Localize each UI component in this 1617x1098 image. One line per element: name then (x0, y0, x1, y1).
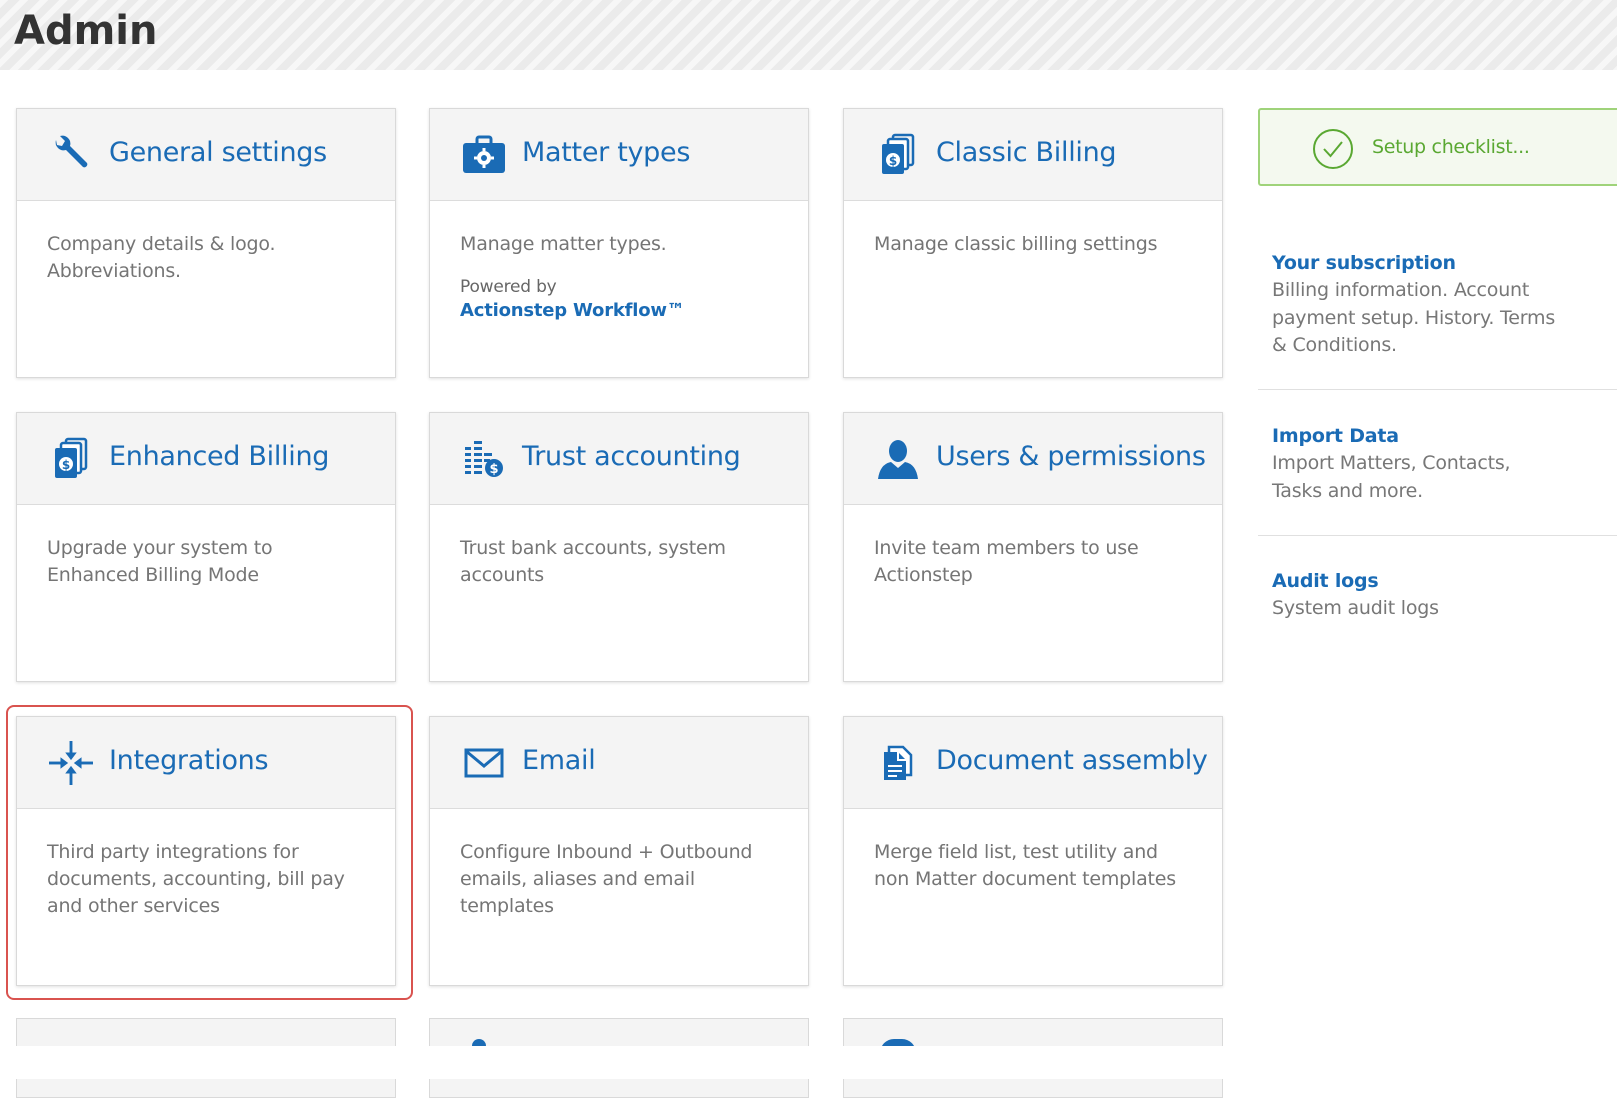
card-document-assembly[interactable]: Document assembly Merge field list, test… (843, 716, 1223, 986)
card-title: Users & permissions (936, 441, 1206, 472)
card-description: Invite team members to use Actionstep (874, 537, 1139, 586)
svg-text:$: $ (489, 462, 498, 477)
wrench-icon (49, 133, 93, 177)
page-title: Admin (14, 8, 158, 54)
card-header: Document assembly (844, 717, 1222, 809)
setup-checklist-button[interactable]: Setup checklist... (1258, 108, 1617, 186)
card-header: Users & permissions (844, 413, 1222, 505)
actionstep-workflow-link[interactable]: Actionstep Workflow™ (460, 298, 778, 324)
card-header: General settings (17, 109, 395, 201)
card-description: Trust bank accounts, system accounts (460, 537, 726, 586)
card-title: Trust accounting (522, 441, 741, 472)
card-description: Manage classic billing settings (874, 233, 1158, 255)
sidebar-item-description: Import Matters, Contacts, Tasks and more… (1272, 452, 1511, 502)
card-title: Enhanced Billing (109, 441, 330, 472)
card-general-settings[interactable]: General settings Company details & logo.… (16, 108, 396, 378)
card-title: Email (522, 745, 596, 776)
card-description: Configure Inbound + Outbound emails, ali… (460, 841, 753, 917)
card-header: Email (430, 717, 808, 809)
card-title: Classic Billing (936, 137, 1117, 168)
card-description: Merge field list, test utility and non M… (874, 841, 1176, 890)
bottom-edge (0, 1046, 1617, 1079)
user-icon (876, 437, 920, 481)
card-title: Matter types (522, 137, 691, 168)
briefcase-gear-icon (462, 133, 506, 177)
card-description: Third party integrations for documents, … (47, 841, 345, 917)
card-description: Company details & logo. Abbreviations. (47, 233, 276, 282)
divider (1258, 389, 1617, 390)
svg-text:$: $ (889, 154, 897, 168)
integrations-arrows-icon (49, 741, 93, 785)
card-classic-billing[interactable]: $ Classic Billing Manage classic billing… (843, 108, 1223, 378)
card-title: General settings (109, 137, 327, 168)
import-data-link[interactable]: Import Data (1272, 422, 1617, 450)
sidebar-item-description: Billing information. Account payment set… (1272, 279, 1556, 356)
coins-dollar-icon: $ (462, 437, 506, 481)
card-enhanced-billing[interactable]: $ Enhanced Billing Upgrade your system t… (16, 412, 396, 682)
envelope-icon (462, 741, 506, 785)
card-trust-accounting[interactable]: $ Trust accounting Trust bank accounts, … (429, 412, 809, 682)
card-email[interactable]: Email Configure Inbound + Outbound email… (429, 716, 809, 986)
card-header: Matter types (430, 109, 808, 201)
powered-by-label: Powered by (460, 277, 557, 297)
card-header: $ Classic Billing (844, 109, 1222, 201)
card-integrations[interactable]: Integrations Third party integrations fo… (16, 716, 396, 986)
card-description: Manage matter types. Powered by Actionst… (430, 201, 808, 324)
card-header: $ Trust accounting (430, 413, 808, 505)
card-users-permissions[interactable]: Users & permissions Invite team members … (843, 412, 1223, 682)
audit-logs-link[interactable]: Audit logs (1272, 567, 1617, 595)
divider (1258, 535, 1617, 536)
card-matter-types[interactable]: Matter types Manage matter types. Powere… (429, 108, 809, 378)
sidebar-item-audit-logs: Audit logs System audit logs (1258, 567, 1617, 623)
sidebar-item-subscription: Your subscription Billing information. A… (1258, 249, 1617, 360)
svg-text:$: $ (62, 458, 70, 472)
setup-checklist-label: Setup checklist... (1372, 136, 1530, 158)
card-description: Upgrade your system to Enhanced Billing … (47, 537, 273, 586)
check-circle-icon (1312, 128, 1354, 170)
card-header: $ Enhanced Billing (17, 413, 395, 505)
invoice-dollar-icon: $ (49, 437, 93, 481)
card-title: Document assembly (936, 745, 1208, 776)
sidebar-item-import-data: Import Data Import Matters, Contacts, Ta… (1258, 422, 1617, 505)
your-subscription-link[interactable]: Your subscription (1272, 249, 1617, 277)
card-header: Integrations (17, 717, 395, 809)
invoice-dollar-icon: $ (876, 133, 920, 177)
page-header: Admin (0, 0, 1617, 70)
card-title: Integrations (109, 745, 269, 776)
document-icon (876, 741, 920, 785)
sidebar-item-description: System audit logs (1272, 597, 1439, 619)
